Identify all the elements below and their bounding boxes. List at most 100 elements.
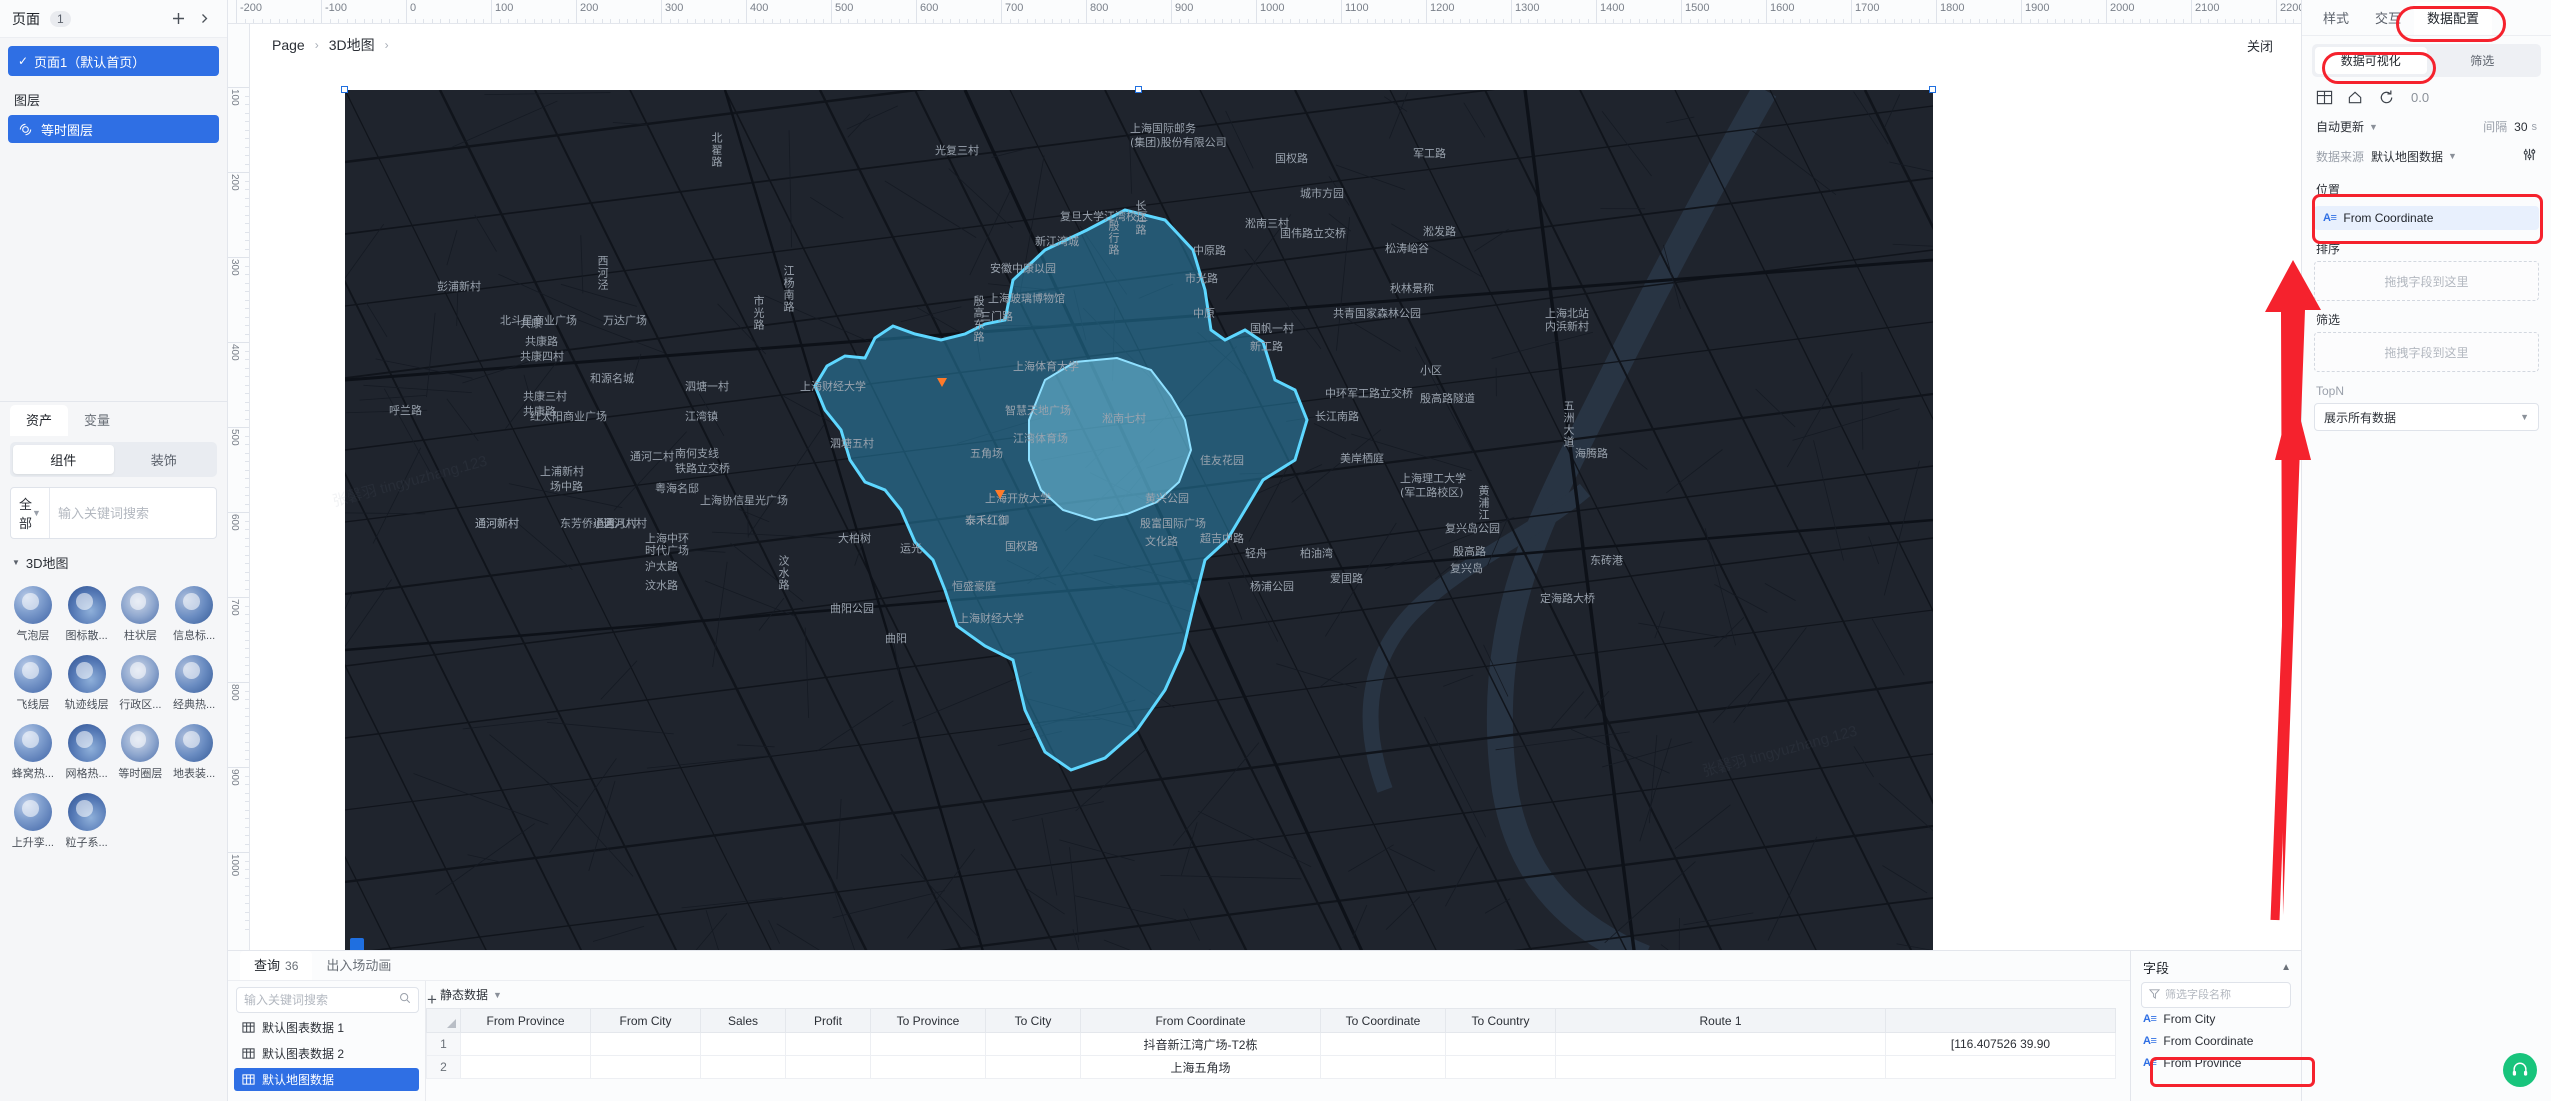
table-column-header[interactable]: From Province	[460, 1008, 591, 1033]
tab-assets[interactable]: 资产	[10, 405, 69, 436]
tab-style[interactable]: 样式	[2310, 2, 2362, 35]
table-cell[interactable]	[460, 1055, 591, 1079]
data-source-value[interactable]: 默认地图数据	[2371, 148, 2443, 165]
table-cell[interactable]	[985, 1055, 1081, 1079]
component-item[interactable]: 地表装...	[167, 720, 221, 787]
table-cell[interactable]	[1445, 1055, 1556, 1079]
table-cell[interactable]	[785, 1032, 871, 1056]
map-3d-component[interactable]: 军工路 淞发路 淞南三村 长江路 北翟路 上海玻璃博物馆 江杨南路 西河泾 泗塘一村 呼兰路 红太阳…	[345, 90, 1933, 952]
tab-enter-exit-animation[interactable]: 出入场动画	[312, 951, 405, 980]
table-column-header[interactable]: To Coordinate	[1320, 1008, 1446, 1033]
filter-dropzone[interactable]: 拖拽字段到这里	[2314, 332, 2539, 372]
design-canvas[interactable]: 军工路 淞发路 淞南三村 长江路 北翟路 上海玻璃博物馆 江杨南路 西河泾 泗塘一村 呼兰路 红太阳…	[286, 66, 2265, 952]
breadcrumb-page[interactable]: Page	[272, 37, 305, 53]
topn-select[interactable]: 展示所有数据 ▼	[2314, 403, 2539, 431]
table-cell[interactable]: 抖音新江湾广场-T2栋	[1080, 1032, 1321, 1056]
table-cell[interactable]	[1885, 1055, 2116, 1079]
table-cell[interactable]: [116.407526 39.90	[1885, 1032, 2116, 1056]
table-column-header[interactable]: From City	[590, 1008, 701, 1033]
fields-filter-input[interactable]	[2165, 989, 2307, 1001]
table-corner[interactable]	[426, 1008, 461, 1033]
component-item[interactable]: 图标散...	[60, 582, 114, 649]
sliders-icon[interactable]	[2522, 147, 2537, 165]
chevron-right-icon[interactable]	[193, 8, 215, 30]
table-icon[interactable]	[2316, 89, 2333, 106]
table-cell[interactable]	[1445, 1032, 1556, 1056]
table-row[interactable]: 2 上海五角场	[426, 1055, 2116, 1079]
resize-handle-nw[interactable]	[341, 86, 348, 93]
table-cell[interactable]	[460, 1032, 591, 1056]
table-cell[interactable]	[1555, 1055, 1886, 1079]
dataset-item[interactable]: 默认图表数据 2	[234, 1042, 419, 1065]
position-field-chip[interactable]: A≡ From Coordinate	[2314, 206, 2539, 230]
dataset-search[interactable]	[236, 987, 419, 1013]
table-column-header[interactable]: Profit	[785, 1008, 871, 1033]
chart-icon[interactable]	[2347, 89, 2364, 106]
field-item[interactable]: A≡ From Province	[2131, 1052, 2301, 1074]
help-fab-button[interactable]	[2503, 1053, 2537, 1087]
resize-handle-ne[interactable]	[1929, 86, 1936, 93]
dataset-item[interactable]: 默认图表数据 1	[234, 1016, 419, 1039]
tab-variables[interactable]: 变量	[68, 405, 126, 436]
dataset-item[interactable]: 默认地图数据	[234, 1068, 419, 1091]
component-item[interactable]: 柱状层	[114, 582, 168, 649]
tab-interaction[interactable]: 交互	[2362, 2, 2414, 35]
component-group-3dmap[interactable]: ▼ 3D地图	[0, 549, 227, 576]
dataset-search-input[interactable]	[244, 993, 399, 1007]
data-source-select[interactable]: 静态数据 ▼	[426, 981, 2301, 1008]
component-item[interactable]: 轨迹线层	[60, 651, 114, 718]
table-cell[interactable]	[985, 1032, 1081, 1056]
table-column-header[interactable]: Sales	[700, 1008, 786, 1033]
plus-icon[interactable]	[167, 8, 189, 30]
field-item[interactable]: A≡ From Coordinate	[2131, 1030, 2301, 1052]
component-item[interactable]: 信息标...	[167, 582, 221, 649]
table-cell[interactable]	[700, 1032, 786, 1056]
resize-handle-n[interactable]	[1135, 86, 1142, 93]
component-item[interactable]: 行政区...	[114, 651, 168, 718]
interval-value[interactable]: 30	[2514, 120, 2527, 134]
refresh-icon[interactable]	[2378, 89, 2395, 106]
table-cell[interactable]	[590, 1032, 701, 1056]
map-marker[interactable]	[937, 378, 947, 387]
table-cell[interactable]	[870, 1032, 986, 1056]
layer-item-isochrone[interactable]: 等时圈层	[8, 115, 219, 143]
table-cell[interactable]	[700, 1055, 786, 1079]
field-item[interactable]: A≡ From City	[2131, 1008, 2301, 1030]
close-button[interactable]: 关闭	[2247, 36, 2273, 55]
tab-data-config[interactable]: 数据配置	[2414, 2, 2493, 35]
component-item[interactable]: 等时圈层	[114, 720, 168, 787]
chevron-up-icon[interactable]: ▲	[2281, 962, 2291, 973]
table-column-header[interactable]: To Province	[870, 1008, 986, 1033]
segment-components[interactable]: 组件	[13, 445, 114, 474]
table-cell[interactable]	[785, 1055, 871, 1079]
table-cell[interactable]	[1320, 1055, 1446, 1079]
breadcrumb-3dmap[interactable]: 3D地图	[329, 35, 375, 55]
fields-filter[interactable]	[2141, 982, 2307, 1008]
component-item[interactable]: 经典热...	[167, 651, 221, 718]
map-marker[interactable]	[995, 490, 1005, 499]
table-column-header[interactable]	[1885, 1008, 2116, 1033]
component-item[interactable]: 蜂窝热...	[6, 720, 60, 787]
assets-search-input[interactable]	[57, 505, 234, 521]
table-column-header[interactable]: Route 1	[1555, 1008, 1886, 1033]
component-item[interactable]: 上升孪...	[6, 789, 60, 856]
tab-query[interactable]: 查询 36	[240, 951, 313, 980]
sort-dropzone[interactable]: 拖拽字段到这里	[2314, 261, 2539, 301]
chevron-down-icon[interactable]: ▼	[2369, 122, 2378, 132]
segment-data-visualization[interactable]: 数据可视化	[2315, 47, 2427, 74]
data-grid-scroll[interactable]: From Province From City Sales Profit To Prov…	[426, 1008, 2301, 1101]
table-cell[interactable]	[870, 1055, 986, 1079]
category-select[interactable]: 全部 ▼	[11, 488, 50, 538]
table-cell[interactable]	[1555, 1032, 1886, 1056]
chevron-down-icon[interactable]: ▼	[2448, 151, 2457, 161]
segment-decorations[interactable]: 装饰	[114, 445, 215, 474]
component-item[interactable]: 气泡层	[6, 582, 60, 649]
table-column-header[interactable]: To Country	[1445, 1008, 1556, 1033]
auto-update-label[interactable]: 自动更新	[2316, 118, 2364, 135]
component-item[interactable]: 粒子系...	[60, 789, 114, 856]
page-item-default[interactable]: ✓ 页面1（默认首页）	[8, 46, 219, 76]
component-item[interactable]: 网格热...	[60, 720, 114, 787]
table-cell[interactable]	[590, 1055, 701, 1079]
table-cell[interactable]: 上海五角场	[1080, 1055, 1321, 1079]
assets-search[interactable]	[50, 488, 255, 538]
